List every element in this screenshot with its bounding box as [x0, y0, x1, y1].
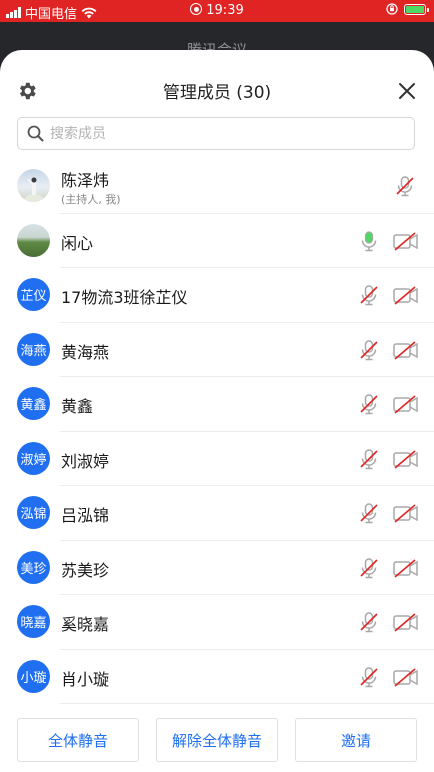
mic-muted-icon[interactable] — [358, 502, 380, 524]
sheet-title: 管理成员 (30) — [162, 83, 272, 103]
mic-muted-icon[interactable] — [358, 666, 380, 688]
member-row[interactable]: 晓嘉 奚晓嘉 — [0, 595, 434, 650]
member-name: 17物流3班徐芷仪 — [61, 288, 188, 307]
member-row[interactable]: 淑婷 刘淑婷 — [0, 432, 434, 487]
status-bar: 中国电信 19:39 — [0, 0, 434, 22]
member-name: 刘淑婷 — [61, 451, 110, 471]
mic-muted-icon[interactable] — [358, 557, 380, 579]
avatar: 淑婷 — [17, 441, 50, 475]
recording-icon — [190, 3, 203, 15]
unmute-all-button[interactable]: 解除全体静音 — [156, 718, 278, 762]
camera-off-icon[interactable] — [392, 339, 420, 361]
camera-off-icon[interactable] — [392, 284, 420, 306]
member-name: 黄海燕 — [61, 342, 110, 362]
member-row[interactable]: 芷仪 17物流3班徐芷仪 — [0, 268, 434, 323]
status-bar-center: 19:39 — [0, 3, 434, 18]
mic-muted-icon[interactable] — [358, 611, 380, 633]
member-name: 吕泓锦 — [61, 506, 110, 525]
member-name: 苏美珍 — [61, 560, 110, 580]
clock-time: 19:39 — [206, 3, 244, 18]
invite-button[interactable]: 邀请 — [295, 718, 417, 762]
member-name: 肖小璇 — [61, 669, 110, 689]
camera-off-icon[interactable] — [392, 611, 420, 633]
avatar — [17, 169, 50, 202]
member-name: 黄鑫 — [61, 397, 94, 416]
member-name: 闲心 — [61, 233, 94, 253]
camera-off-icon[interactable] — [392, 448, 420, 470]
mute-all-button[interactable]: 全体静音 — [17, 718, 139, 762]
avatar: 晓嘉 — [17, 605, 50, 638]
member-row[interactable]: 小璇 肖小璇 — [0, 650, 434, 705]
member-row[interactable]: 泓锦 吕泓锦 — [0, 486, 434, 541]
search-input[interactable] — [48, 124, 392, 143]
camera-off-icon[interactable] — [392, 393, 420, 415]
orientation-lock-icon — [386, 3, 398, 15]
battery-icon — [404, 3, 429, 15]
manage-members-sheet: 管理成员 (30) 陈泽炜 (主持人, 我) 闲心 芷仪 17物流3班徐芷仪 — [0, 50, 434, 772]
member-name: 奚晓嘉 — [61, 615, 110, 634]
mic-muted-icon[interactable] — [394, 175, 416, 197]
camera-off-icon[interactable] — [392, 230, 420, 252]
mic-muted-icon[interactable] — [358, 339, 380, 361]
member-row[interactable]: 海燕 黄海燕 — [0, 323, 434, 378]
person-photo-icon — [25, 177, 43, 202]
avatar — [17, 223, 50, 257]
camera-off-icon[interactable] — [392, 502, 420, 524]
mic-on-icon[interactable] — [358, 230, 380, 252]
avatar: 黄鑫 — [17, 387, 50, 420]
close-icon[interactable] — [396, 80, 418, 102]
camera-off-icon[interactable] — [392, 557, 420, 579]
member-row[interactable]: 美珍 苏美珍 — [0, 541, 434, 596]
camera-off-icon[interactable] — [392, 666, 420, 688]
member-name: 陈泽炜 — [61, 171, 110, 190]
mic-muted-icon[interactable] — [358, 448, 380, 470]
mic-muted-icon[interactable] — [358, 393, 380, 415]
member-row[interactable]: 陈泽炜 (主持人, 我) — [0, 159, 434, 214]
member-list: 陈泽炜 (主持人, 我) 闲心 芷仪 17物流3班徐芷仪 海燕 黄海燕 黄鑫 黄… — [0, 159, 434, 704]
search-box[interactable] — [17, 117, 415, 150]
member-row[interactable]: 闲心 — [0, 214, 434, 269]
mic-muted-icon[interactable] — [358, 284, 380, 306]
avatar: 小璇 — [17, 659, 50, 693]
member-row[interactable]: 黄鑫 黄鑫 — [0, 377, 434, 432]
avatar: 芷仪 — [17, 278, 50, 311]
footer-actions: 全体静音 解除全体静音 邀请 — [0, 718, 434, 772]
member-role: (主持人, 我) — [61, 193, 121, 206]
avatar: 海燕 — [17, 332, 50, 366]
search-icon — [27, 125, 44, 142]
status-bar-right — [386, 3, 429, 15]
avatar: 泓锦 — [17, 496, 50, 529]
avatar: 美珍 — [17, 550, 50, 584]
